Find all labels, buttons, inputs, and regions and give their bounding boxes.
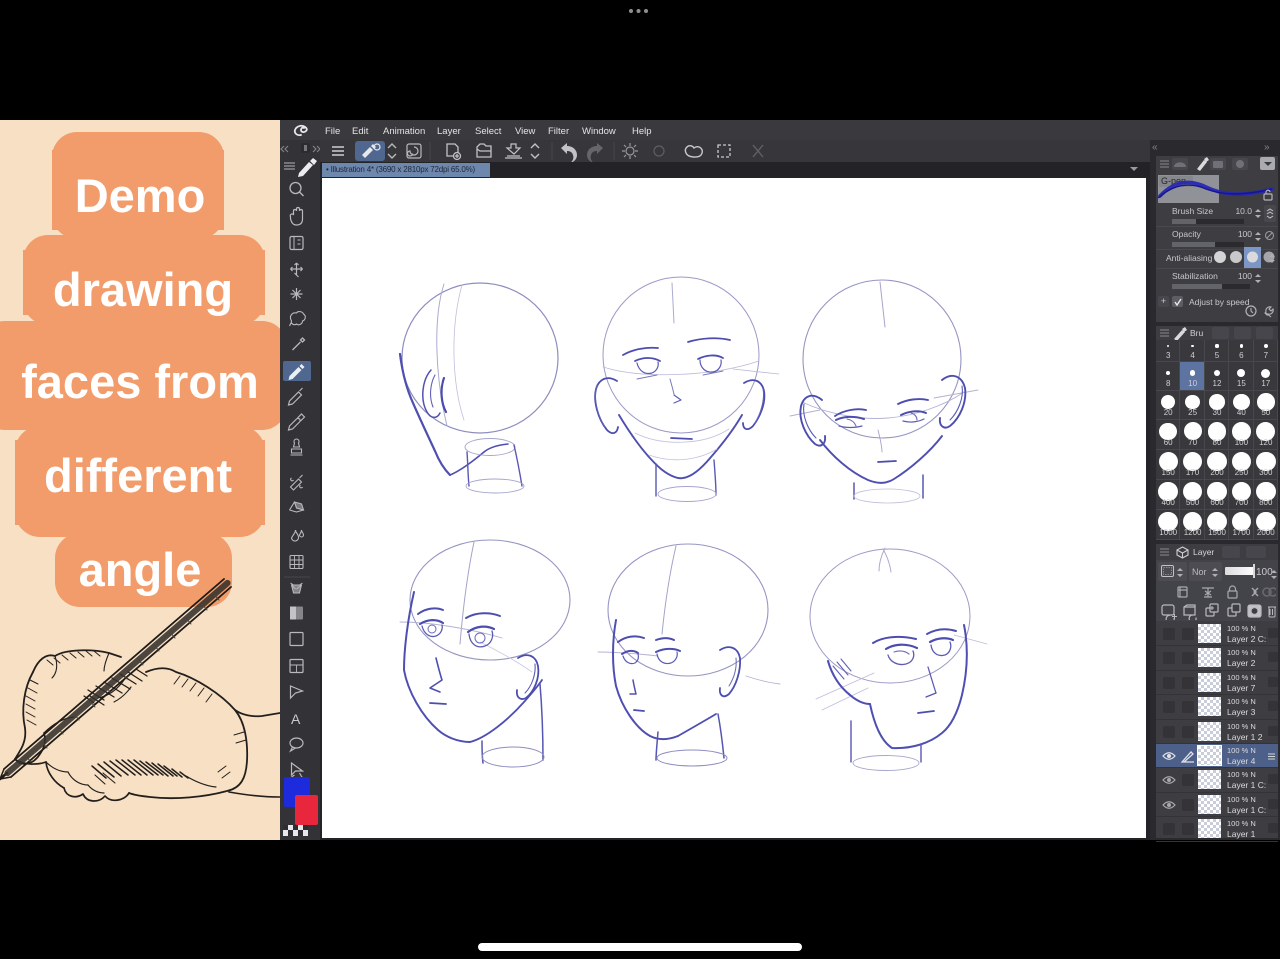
- svg-text:different: different: [44, 449, 232, 502]
- svg-text:angle: angle: [79, 543, 202, 596]
- svg-text:Demo: Demo: [75, 169, 206, 222]
- svg-text:A: A: [291, 711, 301, 727]
- svg-text:faces from: faces from: [21, 355, 259, 408]
- svg-text:drawing: drawing: [53, 263, 233, 316]
